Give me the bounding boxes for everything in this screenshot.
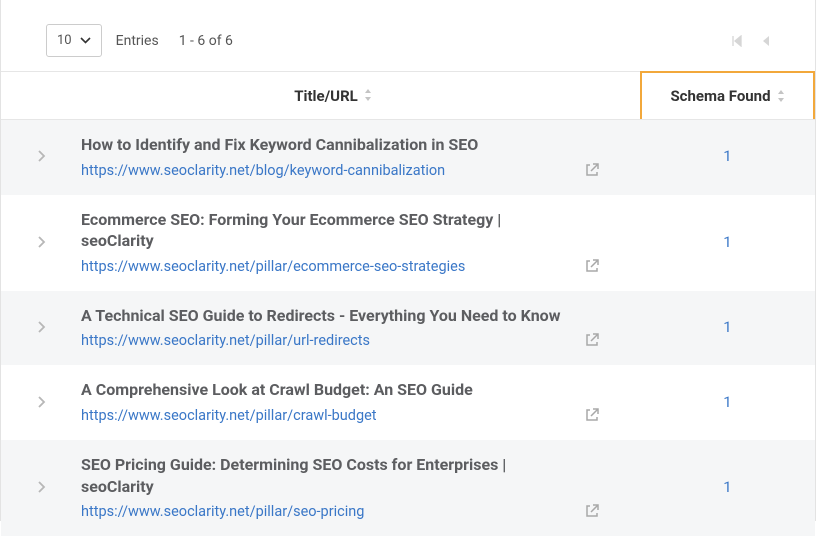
header-expand (1, 72, 81, 119)
first-page-icon[interactable] (731, 35, 743, 47)
expand-cell[interactable] (1, 149, 81, 163)
schema-found-value[interactable]: 1 (723, 393, 731, 411)
row-url[interactable]: https://www.seoclarity.net/pillar/url-re… (81, 332, 575, 349)
row-title: SEO Pricing Guide: Determining SEO Costs… (81, 454, 575, 497)
row-url[interactable]: https://www.seoclarity.net/pillar/seo-pr… (81, 503, 575, 520)
pager-bar: 10 Entries 1 - 6 of 6 (1, 0, 815, 71)
row-title: Ecommerce SEO: Forming Your Ecommerce SE… (81, 209, 575, 252)
row-title: A Technical SEO Guide to Redirects - Eve… (81, 305, 575, 327)
chevron-right-icon (37, 480, 46, 494)
expand-cell[interactable] (1, 480, 81, 494)
chevron-right-icon (37, 395, 46, 409)
header-label: Schema Found (670, 87, 770, 105)
sort-icon (777, 90, 785, 103)
schema-found-value[interactable]: 1 (723, 147, 731, 165)
open-cell[interactable] (585, 379, 640, 424)
chevron-right-icon (37, 235, 46, 249)
title-url-cell: A Technical SEO Guide to Redirects - Eve… (81, 305, 585, 350)
page-size-value: 10 (57, 33, 72, 48)
header-title-url[interactable]: Title/URL (81, 72, 585, 119)
pager-right (731, 35, 770, 47)
title-url-cell: SEO Pricing Guide: Determining SEO Costs… (81, 454, 585, 520)
table-header-row: Title/URL Schema Found (1, 71, 815, 120)
results-table: Title/URL Schema Found How to Identify a… (1, 71, 815, 536)
table-row: SEO Pricing Guide: Determining SEO Costs… (1, 440, 815, 536)
title-url-cell: A Comprehensive Look at Crawl Budget: An… (81, 379, 585, 424)
row-url[interactable]: https://www.seoclarity.net/blog/keyword-… (81, 162, 575, 179)
schema-found-cell: 1 (640, 318, 815, 336)
expand-cell[interactable] (1, 395, 81, 409)
table-row: How to Identify and Fix Keyword Cannibal… (1, 120, 815, 195)
prev-page-icon[interactable] (761, 35, 770, 47)
chevron-right-icon (37, 149, 46, 163)
table-body: How to Identify and Fix Keyword Cannibal… (1, 120, 815, 536)
schema-found-cell: 1 (640, 147, 815, 165)
expand-cell[interactable] (1, 320, 81, 334)
row-title: A Comprehensive Look at Crawl Budget: An… (81, 379, 575, 401)
schema-found-value[interactable]: 1 (723, 318, 731, 336)
title-url-cell: Ecommerce SEO: Forming Your Ecommerce SE… (81, 209, 585, 275)
header-label: Title/URL (294, 87, 358, 105)
table-row: Ecommerce SEO: Forming Your Ecommerce SE… (1, 195, 815, 291)
page-size-select[interactable]: 10 (46, 24, 102, 57)
title-url-cell: How to Identify and Fix Keyword Cannibal… (81, 134, 585, 179)
open-cell[interactable] (585, 134, 640, 179)
header-schema-found[interactable]: Schema Found (640, 71, 815, 119)
row-url[interactable]: https://www.seoclarity.net/pillar/crawl-… (81, 407, 575, 424)
sort-icon (364, 89, 372, 102)
chevron-down-icon (80, 33, 91, 48)
expand-cell[interactable] (1, 235, 81, 249)
entries-range: 1 - 6 of 6 (179, 33, 233, 49)
external-link-icon (585, 162, 600, 177)
entries-label: Entries (116, 33, 159, 49)
results-panel: 10 Entries 1 - 6 of 6 Title/URL (1, 0, 815, 536)
external-link-icon (585, 258, 600, 273)
schema-found-value[interactable]: 1 (723, 233, 731, 251)
table-row: A Comprehensive Look at Crawl Budget: An… (1, 365, 815, 440)
header-open (585, 72, 640, 119)
schema-found-cell: 1 (640, 233, 815, 251)
schema-found-value[interactable]: 1 (723, 478, 731, 496)
schema-found-cell: 1 (640, 393, 815, 411)
open-cell[interactable] (585, 305, 640, 350)
row-title: How to Identify and Fix Keyword Cannibal… (81, 134, 575, 156)
external-link-icon (585, 407, 600, 422)
chevron-right-icon (37, 320, 46, 334)
row-url[interactable]: https://www.seoclarity.net/pillar/ecomme… (81, 258, 575, 275)
table-row: A Technical SEO Guide to Redirects - Eve… (1, 291, 815, 366)
external-link-icon (585, 332, 600, 347)
pager-left: 10 Entries 1 - 6 of 6 (46, 24, 233, 57)
open-cell[interactable] (585, 454, 640, 520)
schema-found-cell: 1 (640, 478, 815, 496)
external-link-icon (585, 503, 600, 518)
open-cell[interactable] (585, 209, 640, 275)
